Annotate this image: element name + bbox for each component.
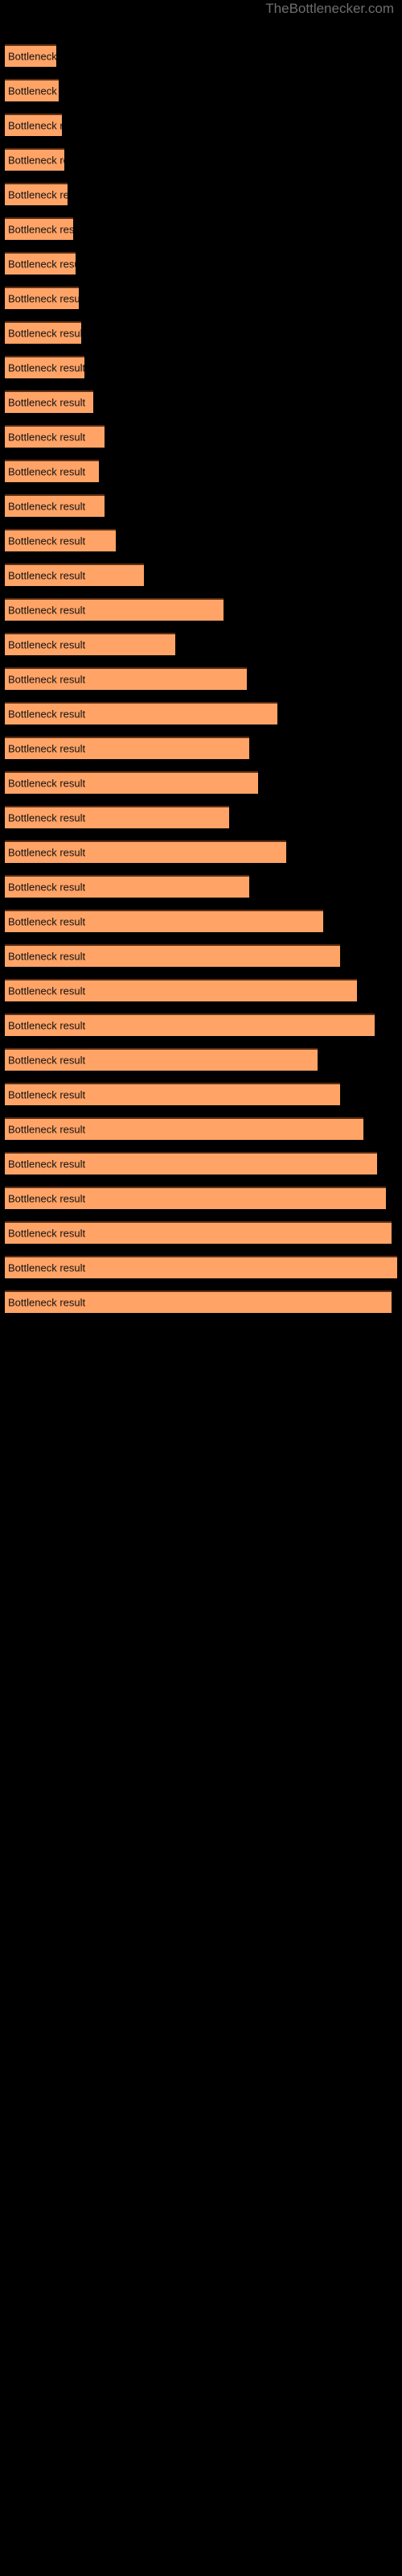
bar-label: Bottleneck result: [8, 361, 84, 374]
bar-label: Bottleneck result: [8, 1227, 86, 1240]
bar-label: Bottleneck result: [8, 569, 86, 582]
bar[interactable]: Bottleneck result: [5, 667, 247, 690]
bar[interactable]: Bottleneck result: [5, 840, 287, 863]
bar[interactable]: Bottleneck result: [5, 1152, 378, 1174]
bar[interactable]: Bottleneck result: [5, 425, 105, 448]
bar[interactable]: Bottleneck result: [5, 1187, 386, 1209]
bar-label: Bottleneck result: [8, 985, 86, 997]
bar[interactable]: Bottleneck result: [5, 875, 250, 898]
bar-label: Bottleneck result: [8, 950, 86, 963]
bar-label: Bottleneck result: [8, 708, 86, 720]
bar-label: Bottleneck result: [8, 465, 86, 478]
bar[interactable]: Bottleneck result: [5, 598, 224, 621]
bottleneck-bar-chart: TheBottlenecker.com Bottleneck resultBot…: [0, 0, 402, 2576]
bar[interactable]: Bottleneck result: [5, 390, 93, 413]
bar[interactable]: Bottleneck result: [5, 771, 258, 794]
bar-label: Bottleneck result: [8, 777, 86, 790]
bar-label: Bottleneck result: [8, 258, 76, 270]
bar[interactable]: Bottleneck result: [5, 1083, 341, 1105]
bar[interactable]: Bottleneck result: [5, 252, 76, 275]
bar-label: Bottleneck result: [8, 500, 86, 513]
bar[interactable]: Bottleneck result: [5, 183, 68, 205]
bar[interactable]: Bottleneck result: [5, 44, 56, 67]
bar[interactable]: Bottleneck result: [5, 217, 73, 240]
bar-label: Bottleneck result: [8, 742, 86, 755]
bar[interactable]: Bottleneck result: [5, 633, 176, 655]
bar[interactable]: Bottleneck result: [5, 529, 116, 551]
bar[interactable]: Bottleneck result: [5, 148, 65, 171]
bar-label: Bottleneck result: [8, 154, 64, 167]
bar-label: Bottleneck result: [8, 1192, 86, 1205]
bar-label: Bottleneck result: [8, 811, 86, 824]
bar-label: Bottleneck result: [8, 604, 86, 617]
bar-label: Bottleneck result: [8, 1054, 86, 1067]
bar[interactable]: Bottleneck result: [5, 737, 250, 759]
bar-label: Bottleneck result: [8, 673, 86, 686]
bar[interactable]: Bottleneck result: [5, 356, 84, 378]
bar-label: Bottleneck result: [8, 50, 56, 63]
bar[interactable]: Bottleneck result: [5, 944, 341, 967]
bar[interactable]: Bottleneck result: [5, 806, 230, 828]
bar-label: Bottleneck result: [8, 85, 59, 97]
bar[interactable]: Bottleneck result: [5, 1221, 392, 1244]
bar-label: Bottleneck result: [8, 846, 86, 859]
bar-label: Bottleneck result: [8, 431, 86, 444]
bar-label: Bottleneck result: [8, 638, 86, 651]
bar-label: Bottleneck result: [8, 223, 73, 236]
bar-label: Bottleneck result: [8, 1019, 86, 1032]
bar[interactable]: Bottleneck result: [5, 979, 358, 1001]
bar-label: Bottleneck result: [8, 188, 68, 201]
bar[interactable]: Bottleneck result: [5, 79, 59, 101]
bar[interactable]: Bottleneck result: [5, 1013, 375, 1036]
bar-label: Bottleneck result: [8, 1123, 86, 1136]
bar[interactable]: Bottleneck result: [5, 1256, 397, 1278]
bar-label: Bottleneck result: [8, 1088, 86, 1101]
bar-label: Bottleneck result: [8, 1261, 86, 1274]
bar[interactable]: Bottleneck result: [5, 564, 145, 586]
bar[interactable]: Bottleneck result: [5, 1117, 363, 1140]
bar[interactable]: Bottleneck result: [5, 702, 278, 724]
bar-label: Bottleneck result: [8, 327, 82, 340]
bar[interactable]: Bottleneck result: [5, 460, 99, 482]
bar-label: Bottleneck result: [8, 292, 79, 305]
bar-label: Bottleneck result: [8, 881, 86, 894]
bar[interactable]: Bottleneck result: [5, 1290, 392, 1313]
bar[interactable]: Bottleneck result: [5, 114, 62, 136]
bar[interactable]: Bottleneck result: [5, 321, 82, 344]
bar-label: Bottleneck result: [8, 119, 62, 132]
bar-label: Bottleneck result: [8, 1158, 86, 1170]
bars-layer: Bottleneck result Bottleneck result Bottle…: [0, 0, 402, 2576]
bar-label: Bottleneck result: [8, 396, 86, 409]
bar[interactable]: Bottleneck result: [5, 1048, 318, 1071]
bar[interactable]: Bottleneck result: [5, 287, 79, 309]
bar-label: Bottleneck result: [8, 915, 86, 928]
bar[interactable]: Bottleneck result: [5, 494, 105, 517]
bar-label: Bottleneck result: [8, 1296, 86, 1309]
bar-label: Bottleneck result: [8, 535, 86, 547]
bar[interactable]: Bottleneck result: [5, 910, 324, 932]
